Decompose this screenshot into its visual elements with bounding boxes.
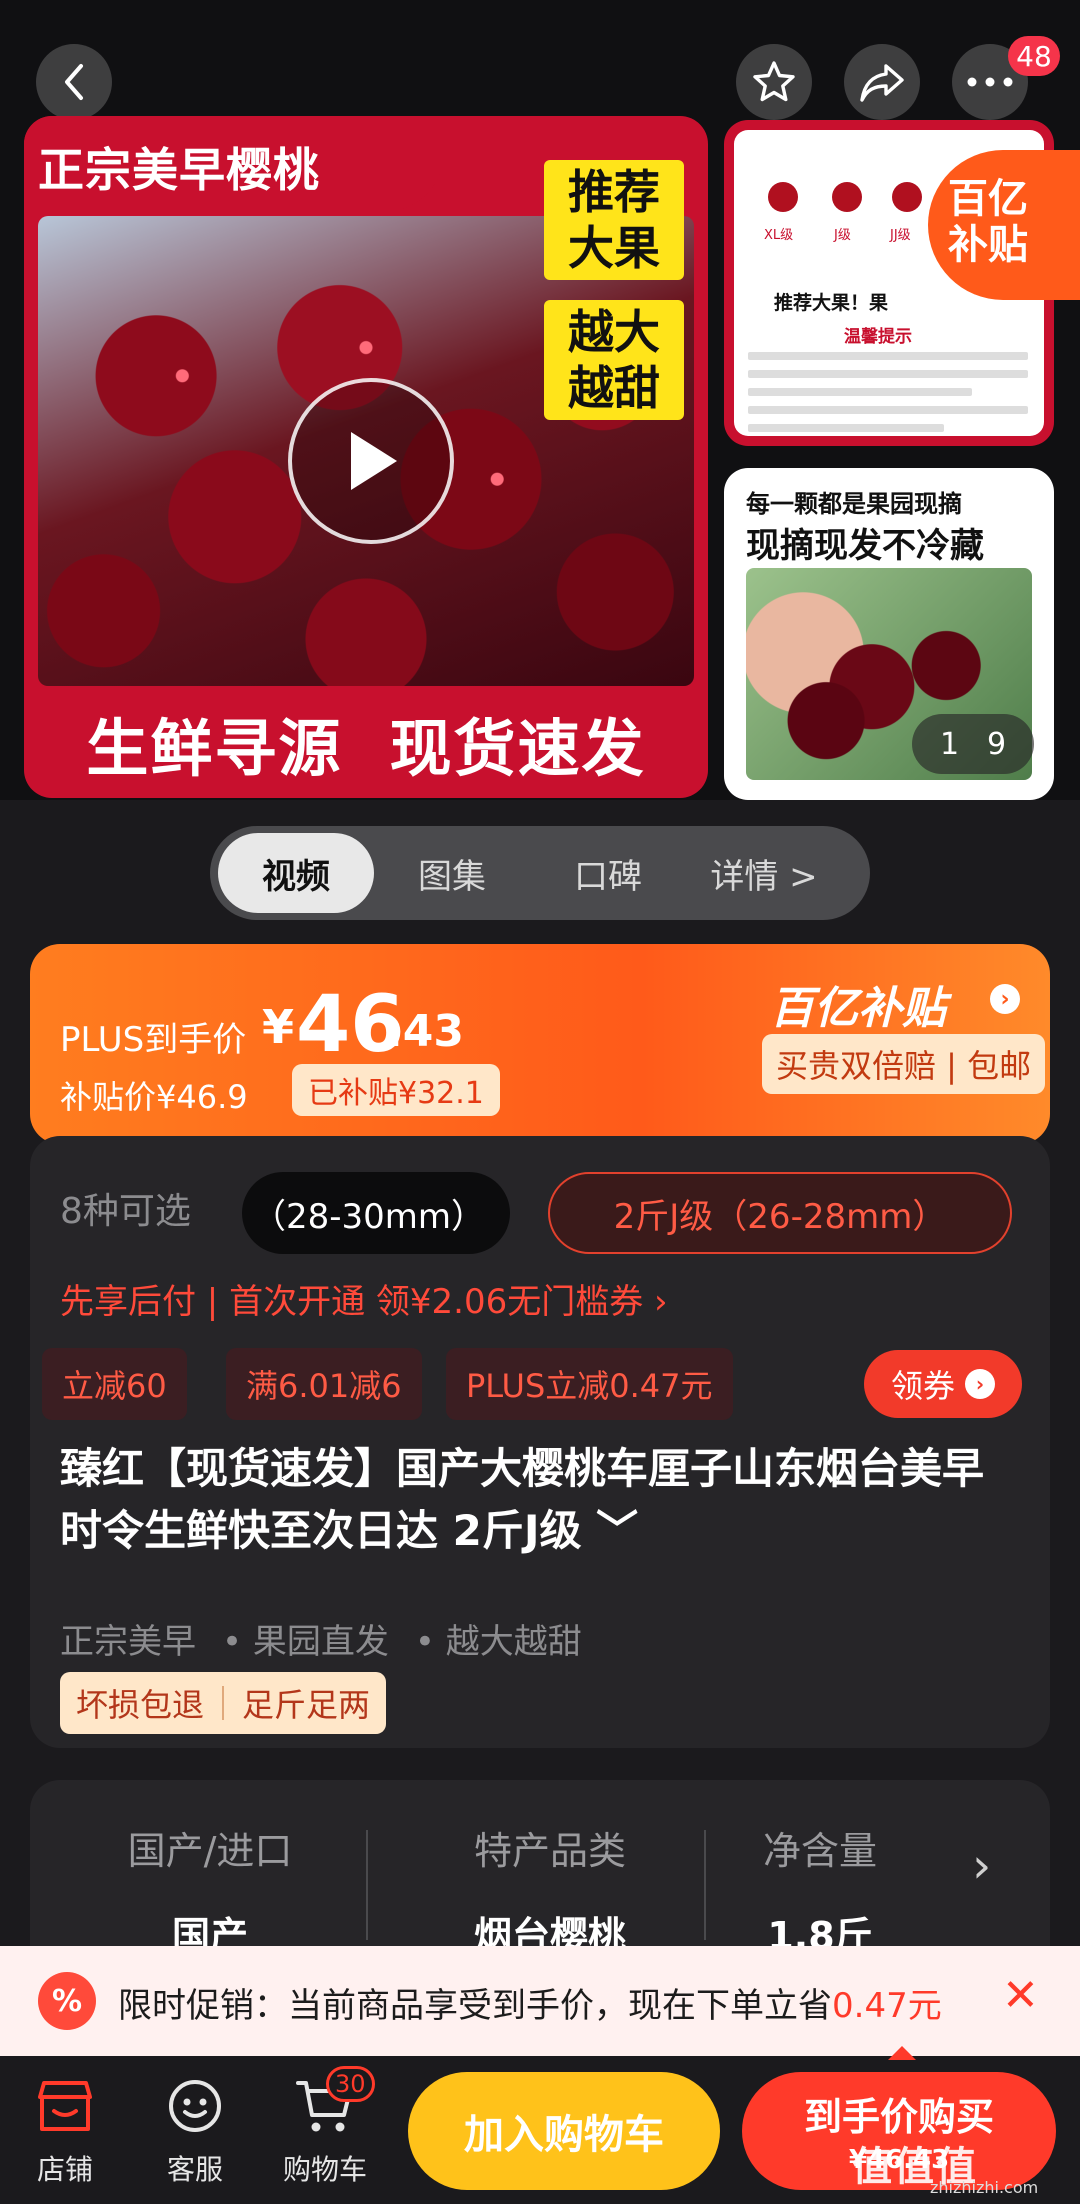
tab-video[interactable]: 视频 [218,833,374,913]
attribute-key: 净含量 [762,1829,877,1873]
subsidized-amount-badge: 已补贴¥32.1 [292,1064,500,1116]
promo-savings-amount: 0.47元 [832,1986,942,2026]
attributes-card[interactable]: 国产/进口 国产 特产品类 烟台樱桃 净含量 1.8斤 › [30,1780,1050,1950]
attribute-key: 国产/进口 [127,1829,293,1873]
price-card: PLUS到手价 ¥ 46 .43 补贴价¥46.9 已补贴¥32.1 百亿补贴 … [30,944,1050,1144]
get-coupon-label: 领券 [890,1367,955,1405]
tab-details[interactable]: 详情 > [686,833,842,913]
watermark-url: zhizhizhi.com [930,2178,1039,2197]
promo-message-text: 限时促销：当前商品享受到手价，现在下单立省 [118,1986,832,2026]
main-photo-slogan: 生鲜寻源 现货速发 [86,712,646,785]
guarantee-damage-refund: 坏损包退 [76,1686,205,1724]
nav-store-label: 店铺 [36,2153,93,2186]
promo-message: 限时促销：当前商品享受到手价，现在下单立省0.47元 [118,1978,942,2027]
spec-option-28-30mm[interactable]: （28-30mm） [242,1172,510,1254]
attribute-category: 特产品类 烟台樱桃 [390,1820,710,1950]
recommend-text: 推荐大果！果 [774,292,889,314]
tip-body [748,352,1028,442]
store-icon [33,2074,97,2138]
promo-tag-threshold: 满6.01减6 [226,1348,422,1420]
currency-symbol: ¥ [262,1000,295,1054]
price-decimal: .43 [386,1006,464,1057]
fresh-picked-caption: 每一颗都是果园现摘 [746,490,962,518]
attribute-value: 国产 [171,1914,248,1950]
subsidy-stamp: 百亿 补贴 [928,150,1080,300]
nav-customer-service-label: 客服 [166,2153,223,2186]
service-guarantees[interactable]: 坏损包退 足斤足两 [60,1672,387,1734]
product-info-card: 8种可选 （28-30mm） 2斤J级（26-28mm） 先享后付 | 首次开通… [30,1136,1050,1748]
add-to-cart-button[interactable]: 加入购物车 [408,2072,720,2190]
subsidy-price: 补贴价¥46.9 [60,1078,248,1116]
close-icon[interactable]: ✕ [1002,1970,1039,2021]
size-label-j: J级 [834,228,851,243]
share-icon [860,64,904,102]
chevron-left-icon [65,64,83,100]
get-coupon-button[interactable]: 领券 › [864,1350,1022,1418]
cherry-j-icon [832,182,862,212]
nav-cart-label: 购物车 [282,2153,367,2186]
attribute-value: 1.8斤 [767,1914,873,1950]
attribute-value: 烟台樱桃 [473,1914,626,1950]
feature-item: • 果园直发 [222,1622,389,1662]
tab-reviews[interactable]: 口碑 [530,833,686,913]
favorite-button[interactable] [736,44,812,120]
media-tabs: 视频 图集 口碑 详情 > [210,826,870,920]
attribute-origin: 国产/进口 国产 [50,1820,370,1950]
guarantee-full-weight: 足斤足两 [242,1686,371,1724]
no-cold-storage-caption: 现摘现发不冷藏 [746,526,984,566]
main-product-video[interactable]: 正宗美早樱桃 推荐 大果 越大 越甜 生鲜寻源 现货速发 [24,116,708,798]
back-button[interactable] [36,44,112,120]
limited-promo-bar[interactable]: % 限时促销：当前商品享受到手价，现在下单立省0.47元 ✕ [0,1946,1080,2056]
cherry-jj-icon [892,182,922,212]
image-counter: 1 9 [912,714,1034,774]
billion-subsidy-logo[interactable]: 百亿补贴 [770,972,946,1036]
tab-gallery[interactable]: 图集 [374,833,530,913]
more-dots-icon [967,77,1013,87]
attribute-key: 特产品类 [473,1829,626,1873]
size-label-xl: XL级 [764,228,794,243]
cherry-xl-icon [768,182,798,212]
feature-item: • 越大越甜 [414,1622,582,1662]
buy-now-pointer [888,2046,916,2060]
chevron-right-icon[interactable]: › [972,1838,991,1894]
bigger-sweeter-tag: 越大 越甜 [544,300,684,420]
divider [222,1686,225,1720]
share-button[interactable] [844,44,920,120]
cart-count-badge: 30 [326,2066,375,2102]
nav-store[interactable]: 店铺 [10,2074,120,2188]
star-icon [753,61,795,102]
spec-option-selected[interactable]: 2斤J级（26-28mm） [548,1172,1012,1254]
plus-price-label: PLUS到手价 [60,1020,247,1060]
customer-service-icon [163,2074,227,2138]
nav-customer-service[interactable]: 客服 [140,2074,250,2188]
size-label-jj: JJ级 [890,228,911,243]
feature-item: 正宗美早 [60,1622,196,1662]
image-counter-current: 1 [939,726,960,762]
play-button[interactable] [288,378,454,544]
guarantee-tags: 买贵双倍赔 | 包邮 [762,1034,1046,1094]
pay-later-promo[interactable]: 先享后付 | 首次开通 领¥2.06无门槛券 › [60,1274,668,1323]
play-icon [351,432,397,490]
promo-tag-plus: PLUS立减0.47元 [446,1348,733,1420]
main-photo-title: 正宗美早樱桃 [24,116,444,212]
attribute-net-weight: 净含量 1.8斤 [690,1820,950,1950]
percent-icon: % [38,1972,96,2030]
message-count-badge: 48 [1008,36,1060,76]
feature-list: 正宗美早 • 果园直发 • 越大越甜 [60,1614,582,1663]
chevron-right-icon: › [965,1369,995,1399]
chevron-right-icon[interactable]: › [990,984,1020,1014]
divider [366,1830,368,1940]
big-fruit-tag: 推荐 大果 [544,160,684,280]
option-count[interactable]: 8种可选 [60,1182,191,1234]
tip-heading: 温馨提示 [844,327,912,347]
image-counter-total: 9 [986,726,1007,762]
promo-tag-discount-60: 立减60 [42,1348,187,1420]
product-title[interactable]: 臻红【现货速发】国产大樱桃车厘子山东烟台美早时令生鲜快至次日达 2斤J级 ﹀ [60,1438,1020,1562]
buy-now-label: 到手价购买 [803,2095,994,2139]
